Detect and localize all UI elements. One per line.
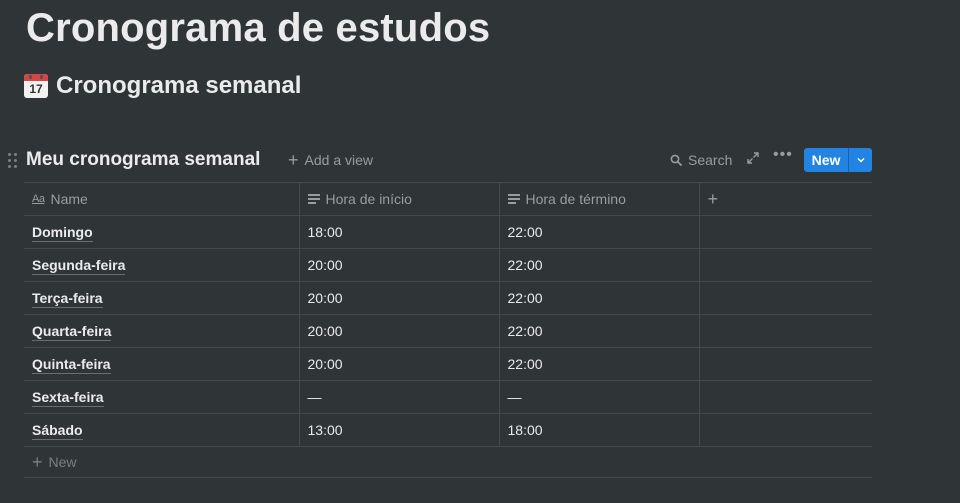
column-header-name[interactable]: Aa Name [24,182,299,216]
calendar-day: 17 [29,82,43,96]
plus-icon: + [32,452,43,472]
hora-inicio-cell[interactable]: 20:00 [298,248,499,282]
plus-icon: + [707,188,719,209]
name-cell[interactable]: Segunda-feira [24,248,299,282]
table-row[interactable]: Terça-feira 20:00 22:00 [24,281,872,315]
hora-inicio-cell[interactable]: 20:00 [298,314,499,348]
text-property-icon [307,194,320,204]
empty-cell [698,413,872,447]
empty-cell [698,248,872,282]
empty-cell [698,380,872,414]
page-title: Cronograma de estudos [26,6,491,50]
column-header-hora-termino[interactable]: Hora de término [498,182,699,216]
name-cell[interactable]: Terça-feira [24,281,299,315]
search-button[interactable]: Search [670,152,732,168]
calendar-icon: 17 [24,74,48,98]
add-row-button[interactable]: + New [24,447,872,478]
add-row-label: New [48,454,77,470]
more-options-button[interactable]: ••• [773,146,793,164]
database-title[interactable]: Meu cronograma semanal [26,149,260,171]
table-header-row: Aa Name Hora de início Hora de término + [24,182,872,216]
add-view-button[interactable]: + Add a view [288,150,373,170]
search-icon [670,154,682,166]
drag-handle-icon[interactable] [8,153,18,169]
hora-inicio-cell[interactable]: — [298,380,499,414]
empty-cell [698,314,872,348]
name-cell[interactable]: Quinta-feira [24,347,299,381]
hora-termino-cell[interactable]: 22:00 [498,281,699,315]
table-row[interactable]: Sábado 13:00 18:00 [24,413,872,447]
hora-termino-cell[interactable]: 22:00 [498,215,699,249]
hora-termino-cell[interactable]: 18:00 [498,413,699,447]
column-header-hora-inicio[interactable]: Hora de início [298,182,499,216]
name-cell[interactable]: Sexta-feira [24,380,299,414]
chevron-down-icon [856,157,865,163]
column-label: Name [50,191,88,207]
hora-termino-cell[interactable]: — [498,380,699,414]
table-row[interactable]: Segunda-feira 20:00 22:00 [24,248,872,282]
title-property-icon: Aa [32,193,45,205]
table-row[interactable]: Quinta-feira 20:00 22:00 [24,347,872,381]
name-cell[interactable]: Sábado [24,413,299,447]
add-view-label: Add a view [304,152,373,168]
database-table: Aa Name Hora de início Hora de término + [24,182,872,447]
empty-cell [698,281,872,315]
more-icon: ••• [773,146,793,163]
hora-inicio-cell[interactable]: 20:00 [298,281,499,315]
empty-cell [698,215,872,249]
new-dropdown-button[interactable] [848,148,872,172]
expand-icon [747,152,759,164]
hora-inicio-cell[interactable]: 20:00 [298,347,499,381]
expand-button[interactable] [746,151,760,168]
table-row[interactable]: Domingo 18:00 22:00 [24,215,872,249]
add-column-button[interactable]: + [698,182,872,216]
search-label: Search [688,152,733,168]
hora-termino-cell[interactable]: 22:00 [498,248,699,282]
text-property-icon [507,194,520,204]
name-cell[interactable]: Quarta-feira [24,314,299,348]
hora-inicio-cell[interactable]: 18:00 [298,215,499,249]
database-header: Meu cronograma semanal + Add a view Sear… [0,145,872,175]
new-button-label[interactable]: New [804,148,848,172]
empty-cell [698,347,872,381]
column-label: Hora de término [525,191,626,207]
table-row[interactable]: Quarta-feira 20:00 22:00 [24,314,872,348]
hora-termino-cell[interactable]: 22:00 [498,347,699,381]
name-cell[interactable]: Domingo [24,215,299,249]
plus-icon: + [288,150,299,170]
section-heading-text: Cronograma semanal [56,72,302,99]
new-button[interactable]: New [804,148,872,172]
hora-inicio-cell[interactable]: 13:00 [298,413,499,447]
table-row[interactable]: Sexta-feira — — [24,380,872,414]
hora-termino-cell[interactable]: 22:00 [498,314,699,348]
column-label: Hora de início [325,191,412,207]
section-heading: 17 Cronograma semanal [24,72,301,100]
